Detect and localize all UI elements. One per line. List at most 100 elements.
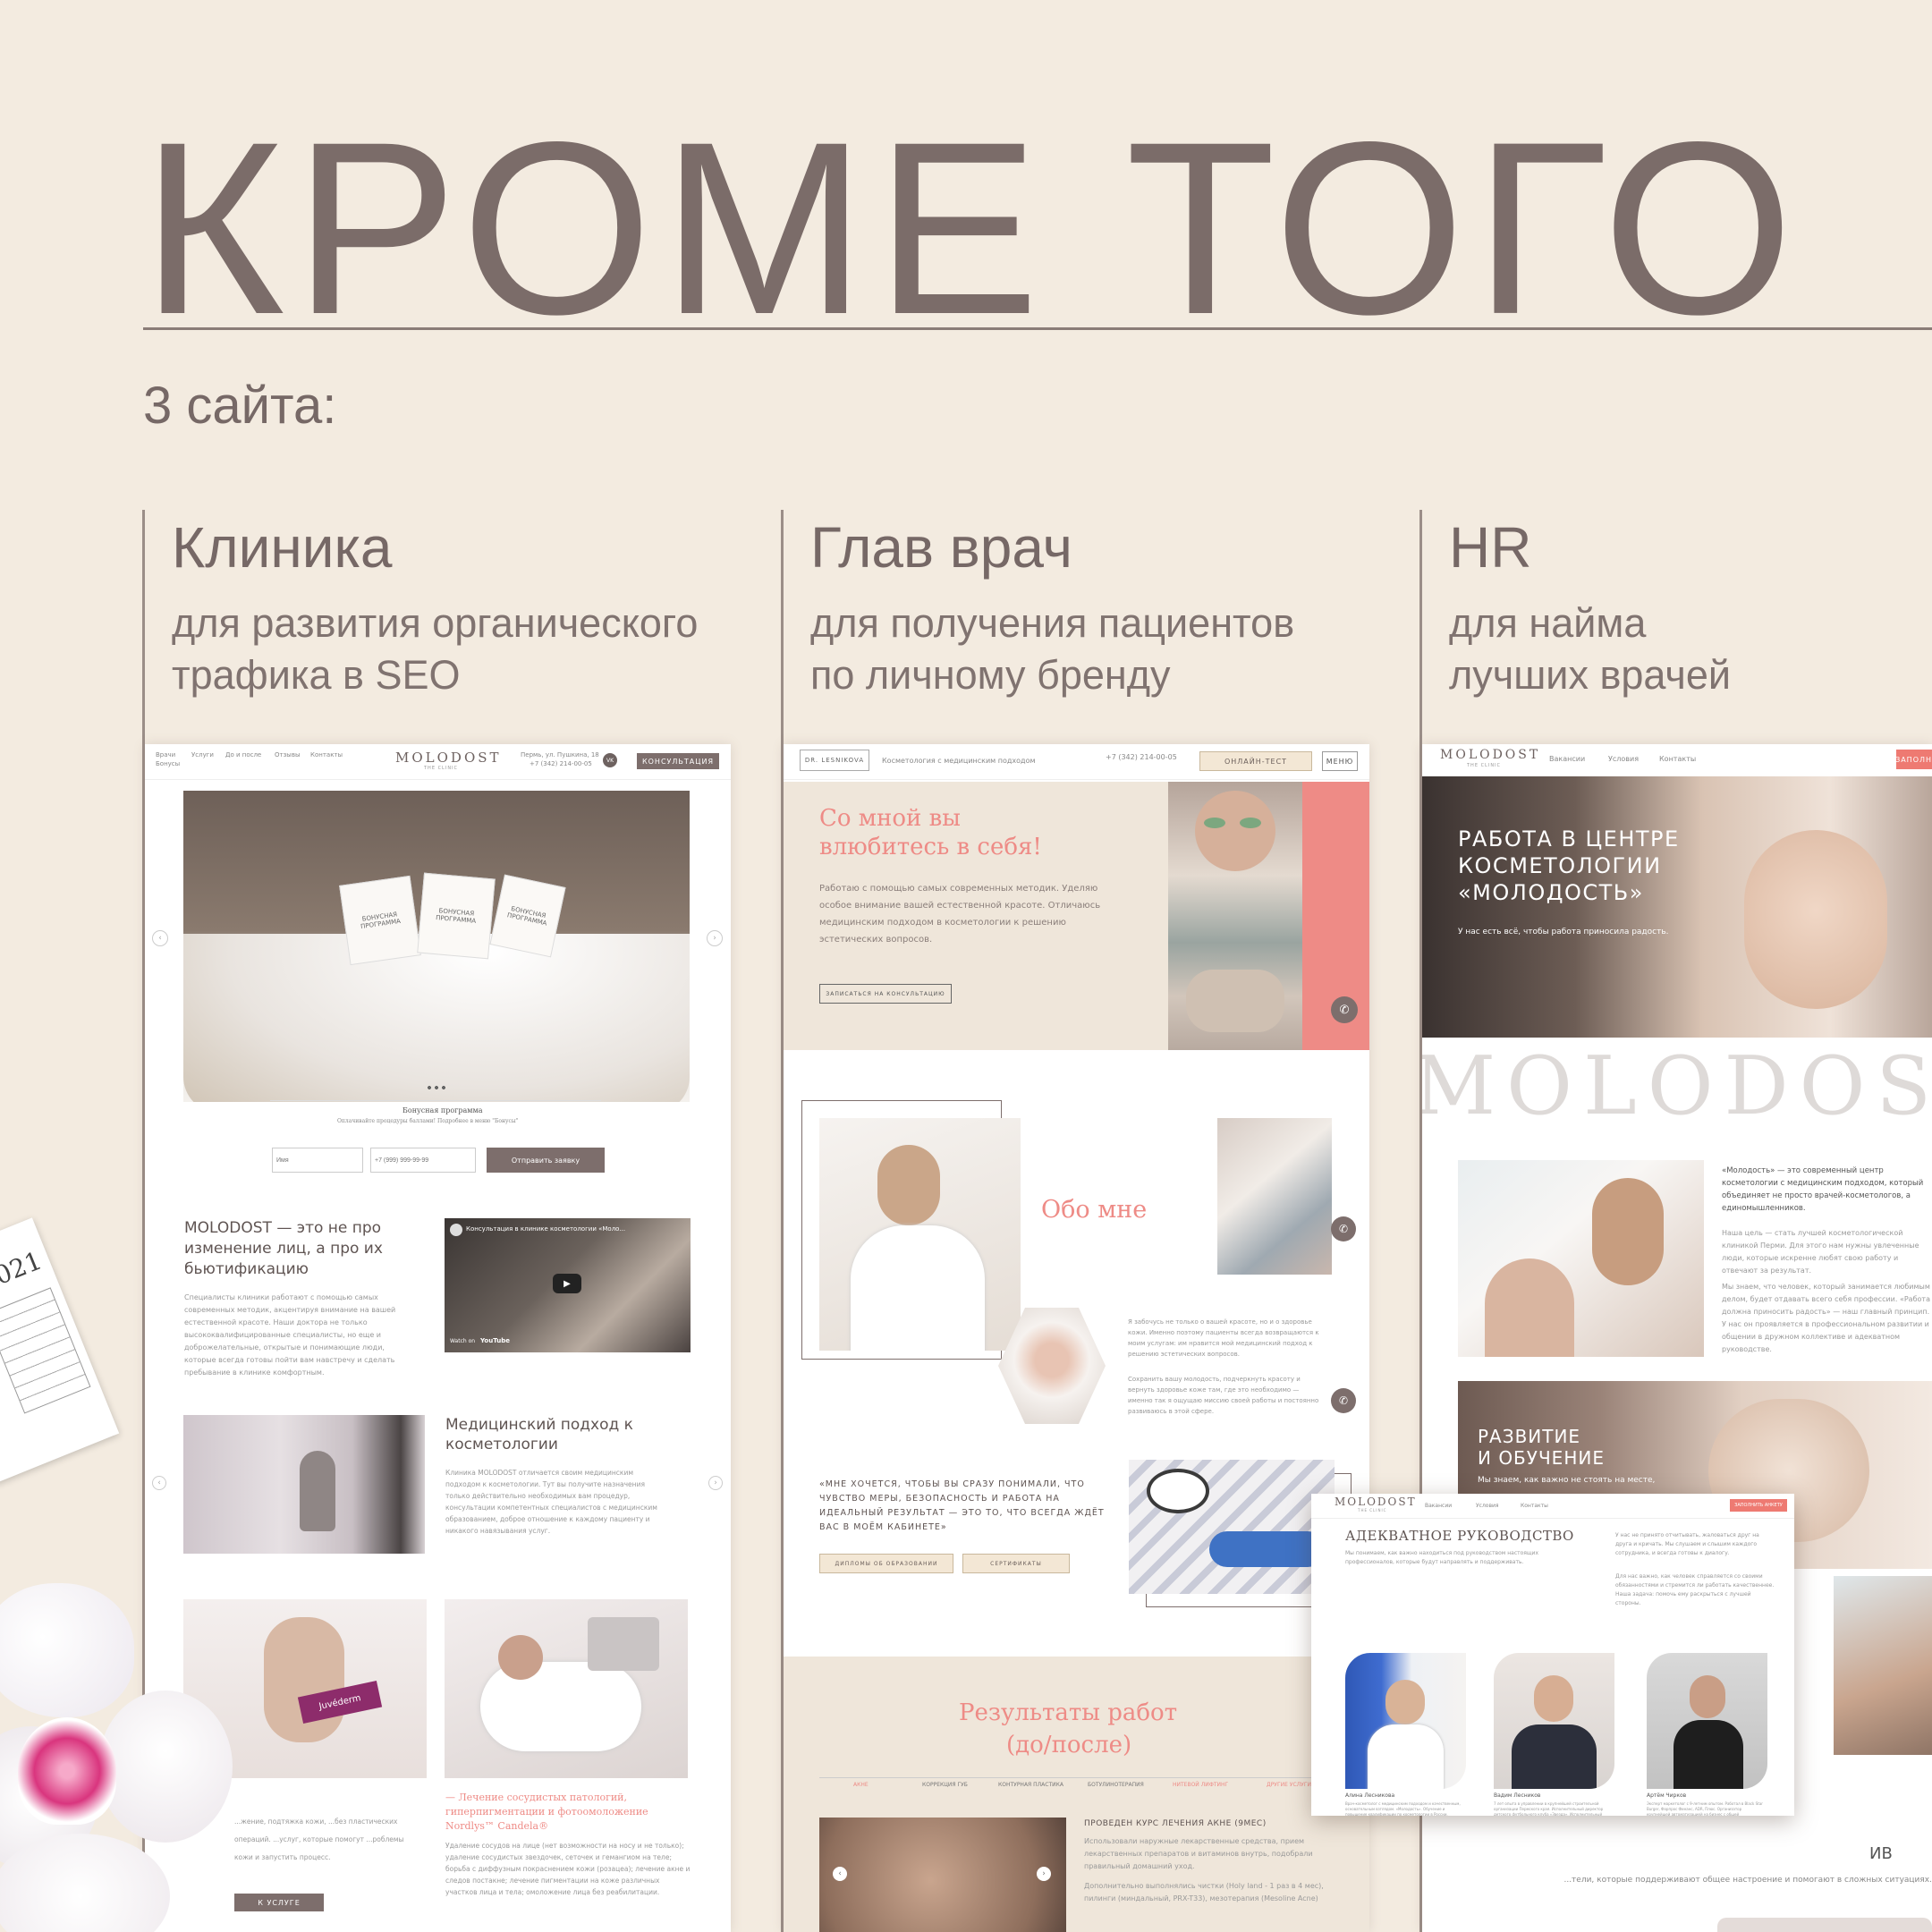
eye-patch [1240,818,1261,828]
about-me-text: Я забочусь не только о вашей красоте, но… [1128,1318,1319,1358]
laser-device [588,1617,659,1671]
site-doctor-nav: DR. LESNIKOVA Косметология с медицинским… [784,744,1369,780]
play-icon[interactable]: ▶ [553,1274,581,1293]
vk-icon[interactable]: VK [603,753,617,767]
column-title-clinic: Клиника [172,515,393,580]
orchid-center [18,1717,116,1825]
tab-acne[interactable]: АКНЕ [853,1782,869,1788]
model-face [264,1617,344,1742]
slider-next-icon[interactable]: › [708,1476,723,1490]
site-clinic-nav: Врачи Бонусы Услуги До и после Отзывы Ко… [145,744,731,780]
tab-thread-lifting[interactable]: НИТЕВОЙ ЛИФТИНГ [1173,1782,1228,1788]
doctor-logo[interactable]: DR. LESNIKOVA [800,750,869,771]
nav-link-contacts[interactable]: Контакты [310,751,343,758]
nav-link-services[interactable]: Услуги [191,751,214,758]
tab-lips[interactable]: КОРРЕКЦИЯ ГУБ [922,1782,968,1788]
consultation-button[interactable]: КОНСУЛЬТАЦИЯ [637,753,719,769]
nav-link-conditions[interactable]: Условия [1608,755,1639,763]
nav-link-contacts[interactable]: Контакты [1659,755,1696,763]
diplomas-button[interactable]: ДИПЛОМЫ ОБ ОБРАЗОВАНИИ [819,1554,953,1573]
slide-subcaption: Оплачивайте процедуры баллами! Подробнее… [337,1118,519,1124]
development-heading-line: РАЗВИТИЕ [1478,1426,1581,1447]
certificates-button[interactable]: СЕРТИФИКАТЫ [962,1554,1070,1573]
doctor-tagline: Косметология с медицинским подходом [882,757,1036,765]
column-desc-line: трафика в SEO [172,652,461,698]
watch-on-label: Watch on [450,1338,476,1344]
chat-icon[interactable]: ✆ [1331,1216,1356,1241]
nav-link-doctors[interactable]: Врачи [156,751,175,758]
medical-approach-heading: Медицинский подход к косметологии [445,1416,633,1453]
patient-face [1195,791,1275,871]
hr-intro-bold: «Молодость» — это современный центр косм… [1722,1166,1924,1213]
hr-logo[interactable]: MOLODOST [1440,748,1540,762]
vessels-heading: — Лечение сосудистых патологий, гиперпиг… [445,1792,648,1832]
site-clinic-card: Врачи Бонусы Услуги До и после Отзывы Ко… [145,744,731,1932]
diplomas-photo [1129,1460,1335,1594]
molodost-watermark: MOLODOST [1422,1039,1932,1133]
nav-link-bonuses[interactable]: Бонусы [156,760,180,767]
before-after-photo [819,1818,1066,1932]
youtube-logo-icon[interactable]: YouTube [480,1337,510,1344]
phone-input[interactable] [370,1148,476,1173]
page-heading: КРОМЕ ТОГО [141,91,1803,366]
results-heading: Результаты работ [959,1699,1178,1726]
nav-link-before-after[interactable]: До и после [225,751,261,758]
to-service-button[interactable]: К УСЛУГЕ [234,1894,324,1911]
development-heading-line: И ОБУЧЕНИЕ [1478,1447,1605,1469]
person-name: Алина Лесникова [1345,1792,1395,1799]
bonus-card: БОНУСНАЯ ПРОГРАММА [417,872,496,960]
person-body [1512,1724,1597,1789]
case-text: Использовали наружные лекарственные сред… [1084,1837,1313,1870]
chat-icon[interactable]: ✆ [1331,1388,1356,1413]
hr-hero-heading-line: КОСМЕТОЛОГИИ [1458,853,1662,878]
slider-prev-icon[interactable]: ‹ [152,1476,166,1490]
doctor-portrait-photo [819,1118,1021,1351]
tab-other[interactable]: ДРУГИЕ УСЛУГИ [1267,1782,1311,1788]
tab-botox[interactable]: БОТУЛИНОТЕРАПИЯ [1088,1782,1144,1788]
chat-icon[interactable]: ✆ [1331,996,1358,1023]
calendar-year: 2021 [0,1245,47,1297]
tabs-divider [819,1777,1338,1778]
site-logo[interactable]: MOLODOST [395,750,502,766]
leadership-text: Мы понимаем, как важно находиться под ру… [1345,1550,1539,1565]
tab-contouring[interactable]: КОНТУРНАЯ ПЛАСТИКА [998,1782,1063,1788]
youtube-video-embed[interactable]: Консультация в клинике косметологии «Мол… [445,1218,691,1352]
column-title-chief-doctor: Глав врач [810,515,1072,580]
slider-dots[interactable] [426,1086,447,1089]
nav-link-conditions[interactable]: Условия [1476,1503,1499,1509]
orchid-decor [0,1583,233,1932]
doctor-head [877,1145,940,1225]
doctor-coat [851,1225,985,1351]
about-me-text: Сохранить вашу молодость, подчеркнуть кр… [1128,1376,1319,1415]
orchid-petal [0,1834,170,1932]
online-test-button[interactable]: ОНЛАЙН-ТЕСТ [1199,751,1312,771]
patient-figure [1485,1258,1574,1357]
nav-link-reviews[interactable]: Отзывы [275,751,301,758]
person-body [1368,1724,1444,1789]
gloves [1209,1531,1326,1567]
hr-intro-text: Мы знаем, что человек, который занимаетс… [1722,1283,1930,1353]
bonus-program-photo: БОНУСНАЯ ПРОГРАММА БОНУСНАЯ ПРОГРАММА БО… [183,791,690,1102]
slider-prev-icon[interactable]: ‹ [152,930,168,946]
book-consultation-button[interactable]: ЗАПИСАТЬСЯ НА КОНСУЛЬТАЦИЮ [819,984,952,1004]
nav-link-vacancies[interactable]: Вакансии [1425,1503,1452,1509]
person-head [1690,1675,1725,1718]
leadership-logo[interactable]: MOLODOST [1335,1496,1417,1508]
procedure-photo [1217,1118,1332,1275]
slider-next-icon[interactable]: › [707,930,723,946]
fill-form-button[interactable]: ЗАПОЛНИТЬ АНКЕТУ [1730,1499,1787,1512]
slider-next-icon[interactable]: › [1037,1867,1051,1881]
slider-prev-icon[interactable]: ‹ [833,1867,847,1881]
clinic-phone[interactable]: +7 (342) 214-00-05 [530,760,592,767]
site-hr-nav: MOLODOST THE CLINIC Вакансии Условия Кон… [1422,744,1932,776]
nav-link-contacts[interactable]: Контакты [1521,1503,1548,1509]
doctor-phone[interactable]: +7 (342) 214-00-05 [1106,753,1177,761]
column-desc-line: для развития органического [172,600,699,646]
nav-link-vacancies[interactable]: Вакансии [1549,755,1585,763]
submit-request-button[interactable]: Отправить заявку [487,1148,605,1173]
case-text: Дополнительно выполнялись чистки (Holy l… [1084,1882,1324,1902]
fill-form-button[interactable]: ЗАПОЛНИТЬ АНКЕТУ [1895,750,1932,769]
column-desc-line: лучших врачей [1449,652,1732,698]
menu-button[interactable]: МЕНЮ [1322,751,1358,771]
name-input[interactable] [272,1148,363,1173]
